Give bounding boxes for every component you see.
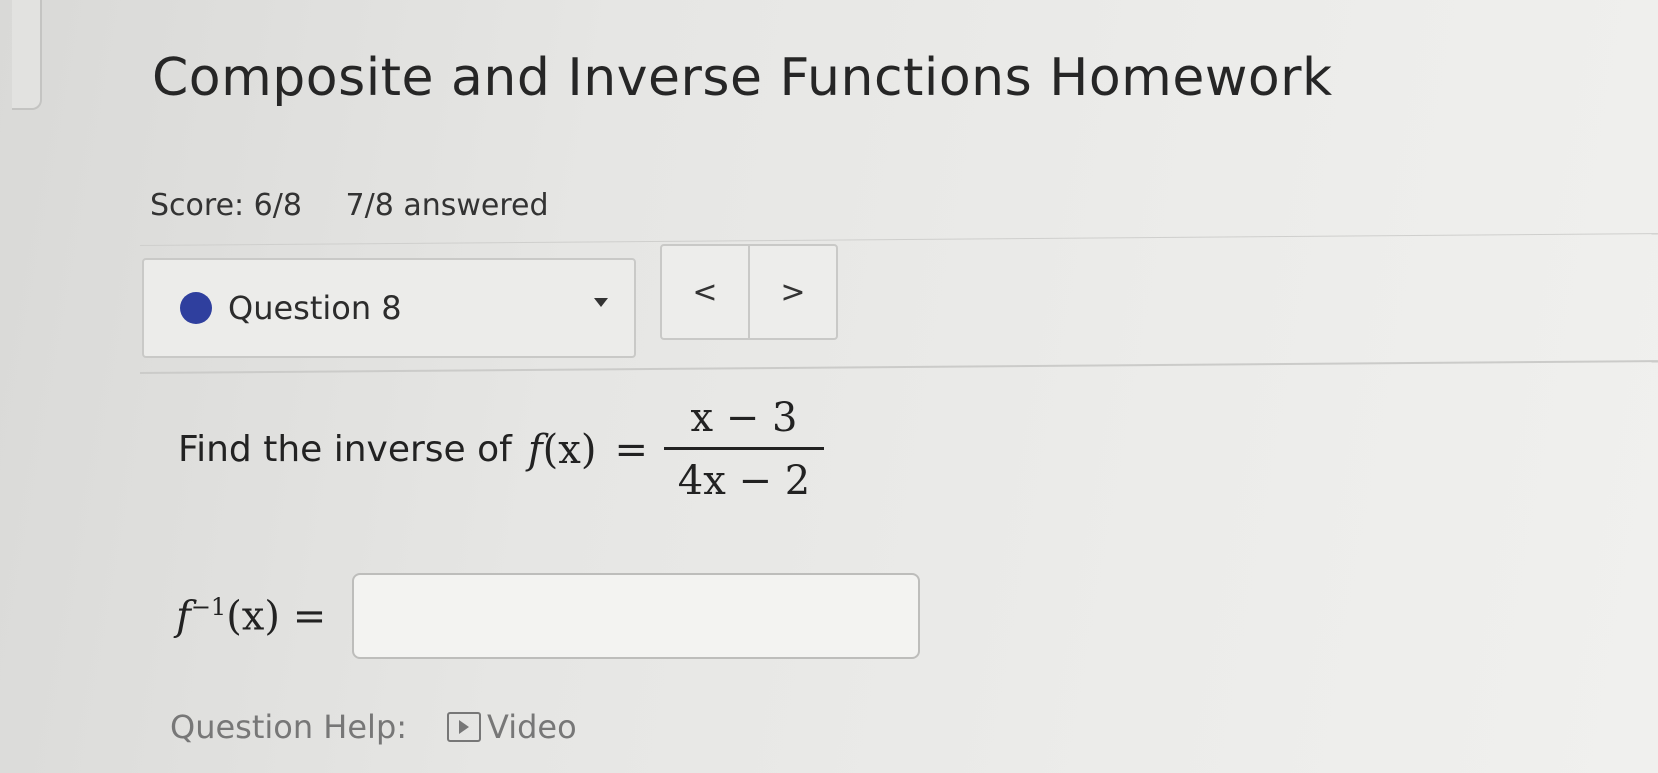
next-question-button[interactable]: >: [750, 246, 836, 338]
equals-sign: =: [614, 426, 648, 473]
answered-count: 7/8 answered: [345, 188, 549, 223]
question-pager: < >: [660, 244, 838, 340]
fraction-numerator: x − 3: [690, 395, 798, 441]
answer-row: f−1(x) =: [176, 573, 921, 659]
inverse-arg: (x) =: [226, 593, 327, 640]
score-line: Score: 6/8 7/8 answered: [150, 188, 583, 223]
page-title: Composite and Inverse Functions Homework: [152, 48, 1333, 108]
chevron-right-icon: >: [780, 274, 806, 310]
fraction-denominator: 4x − 2: [677, 458, 811, 504]
score-label: Score: 6/8: [150, 188, 302, 223]
function-name: f: [527, 426, 543, 473]
question-help-label: Question Help:: [170, 708, 408, 746]
previous-question-button[interactable]: <: [662, 246, 750, 338]
window-edge: [12, 0, 42, 110]
answer-input[interactable]: [352, 573, 921, 659]
header-divider: [139, 233, 1658, 246]
function-arg: (x): [542, 426, 597, 473]
inverse-fn: f: [176, 593, 191, 640]
question-status-dot-icon: [180, 292, 212, 324]
function-fraction: x − 3 4x − 2: [663, 395, 824, 504]
question-prompt-text: Find the inverse of: [178, 429, 512, 470]
function-lhs: f(x): [528, 427, 597, 473]
question-dropdown[interactable]: Question 8: [142, 258, 636, 358]
nav-divider: [139, 360, 1658, 374]
inverse-label: f−1(x) =: [176, 593, 326, 639]
chevron-left-icon: <: [692, 274, 718, 310]
question-prompt: Find the inverse of f(x) = x − 3 4x − 2: [178, 395, 824, 504]
question-dropdown-label: Question 8: [228, 289, 402, 327]
inverse-exponent: −1: [190, 592, 227, 621]
video-help-link[interactable]: Video: [487, 708, 577, 746]
question-help: Question Help: Video: [170, 708, 577, 746]
caret-down-icon: [594, 298, 608, 307]
video-play-icon: [447, 712, 482, 742]
